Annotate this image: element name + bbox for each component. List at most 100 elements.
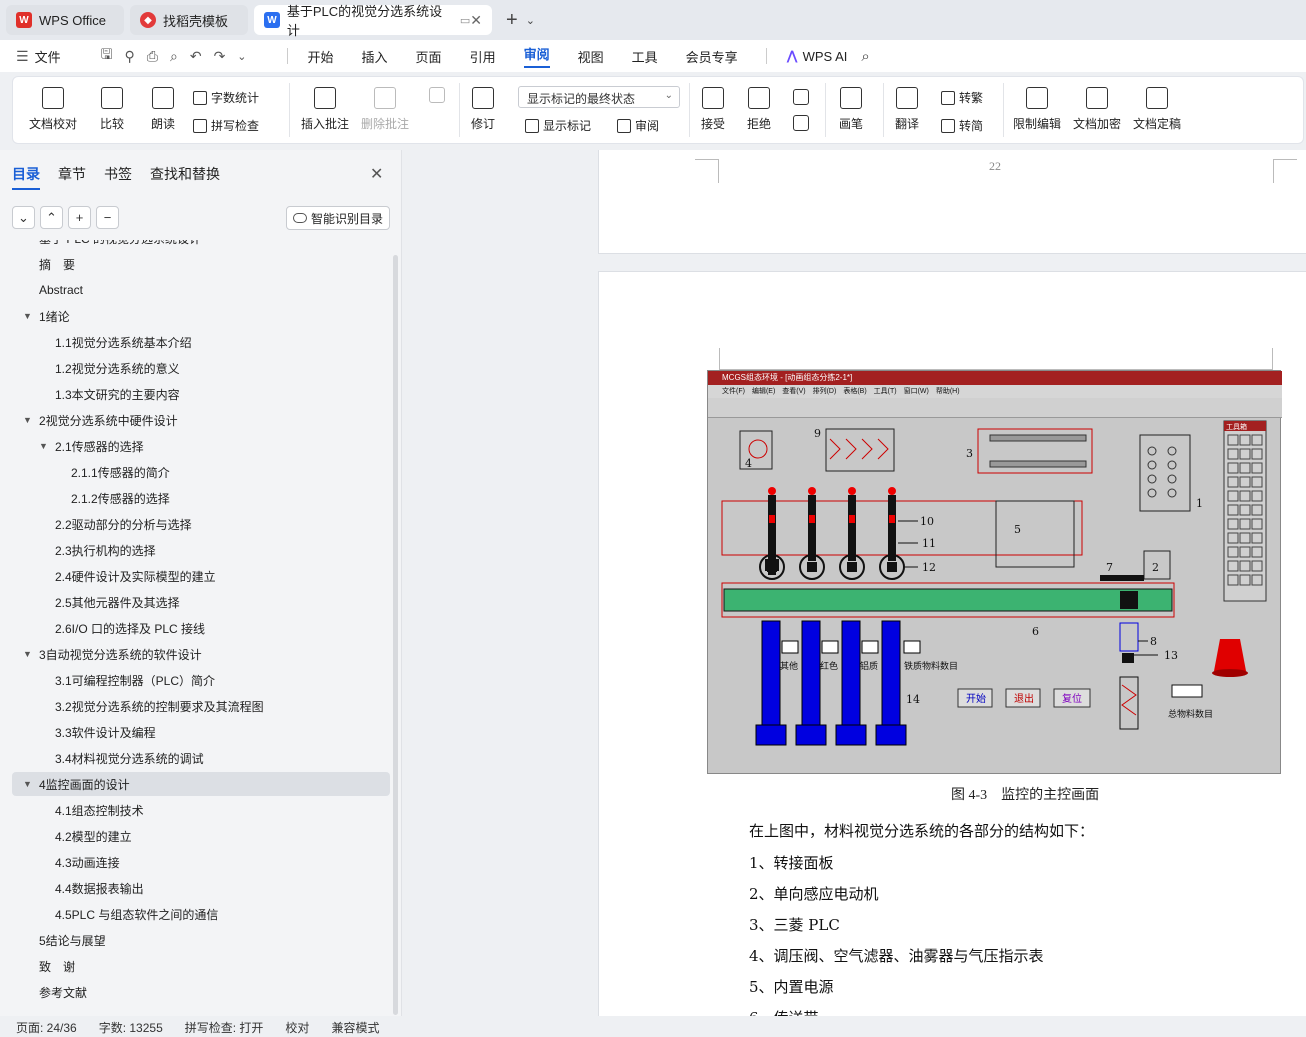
change-nav-button[interactable]: [793, 89, 809, 137]
toc-item[interactable]: 4.1组态控制技术: [12, 798, 390, 822]
new-tab-plus-icon[interactable]: +: [506, 9, 518, 32]
word-count-button[interactable]: 字数统计: [193, 89, 259, 106]
collapse-chevron-icon[interactable]: ⌄: [12, 206, 35, 229]
toc-item[interactable]: 3.1可编程控制器（PLC）简介: [12, 668, 390, 692]
pen-label: 画笔: [839, 117, 864, 131]
nav-tab-toc[interactable]: 目录: [12, 164, 40, 190]
toc-item[interactable]: 4.3动画连接: [12, 850, 390, 874]
list-item: 3、三菱 PLC: [749, 916, 840, 934]
accept-button[interactable]: 接受: [701, 87, 725, 132]
toc-item[interactable]: 2.1.1传感器的简介: [12, 460, 390, 484]
pen-button[interactable]: 画笔: [839, 87, 863, 132]
tab-docer-templates[interactable]: ◆ 找稻壳模板: [130, 5, 248, 35]
show-marks-button[interactable]: 显示标记: [525, 117, 591, 134]
nav-tab-find-replace[interactable]: 查找和替换: [150, 164, 220, 190]
expand-arrow-icon[interactable]: ▼: [23, 649, 32, 659]
to-simplified-button[interactable]: 转简: [941, 117, 983, 134]
expand-arrow-icon[interactable]: ▼: [39, 441, 48, 451]
comment-nav-button[interactable]: [429, 87, 445, 109]
toc-item[interactable]: 2.1.2传感器的选择: [12, 486, 390, 510]
toc-item[interactable]: 3.2视觉分选系统的控制要求及其流程图: [12, 694, 390, 718]
expand-chevron-icon[interactable]: ⌃: [40, 206, 63, 229]
save-icon[interactable]: 🖫: [101, 44, 113, 68]
to-traditional-button[interactable]: 转繁: [941, 89, 983, 106]
file-menu[interactable]: ☰ 文件: [16, 47, 73, 66]
close-icon[interactable]: ✕: [370, 164, 383, 184]
link-icon[interactable]: ⚲: [125, 48, 135, 65]
menu-member[interactable]: 会员专享: [686, 47, 738, 66]
tab-document[interactable]: W 基于PLC的视觉分选系统设计 ▭ ✕: [254, 4, 492, 38]
reject-button[interactable]: 拒绝: [747, 87, 771, 132]
menu-insert[interactable]: 插入: [362, 47, 388, 66]
menu-tools[interactable]: 工具: [632, 47, 658, 66]
toc-item[interactable]: ▼ 3自动视觉分选系统的软件设计: [12, 642, 390, 666]
mcgs-screenshot-figure[interactable]: MCGS组态环境 - [动画组态分拣2-1*] 文件(F) 编辑(E) 查看(V…: [707, 370, 1282, 774]
status-proofread[interactable]: 校对: [285, 1019, 309, 1036]
print-icon[interactable]: ⎙: [147, 48, 158, 65]
restrict-edit-button[interactable]: 限制编辑: [1013, 87, 1061, 132]
review-pane-button[interactable]: 审阅: [617, 117, 659, 134]
print-preview-icon[interactable]: ⌕: [170, 48, 178, 65]
status-word-count[interactable]: 字数: 13255: [99, 1019, 163, 1036]
menu-view[interactable]: 视图: [578, 47, 604, 66]
toc-item[interactable]: 2.2驱动部分的分析与选择: [12, 512, 390, 536]
status-spell-check[interactable]: 拼写检查: 打开: [185, 1019, 264, 1036]
delete-comment-button[interactable]: 删除批注: [361, 87, 409, 132]
menu-start[interactable]: 开始: [308, 47, 334, 66]
toc-item[interactable]: Abstract: [12, 278, 390, 302]
menu-review[interactable]: 审阅: [523, 44, 550, 68]
label-iron: 铁质物料数目: [904, 660, 958, 672]
toc-item[interactable]: 4.5PLC 与组态软件之间的通信: [12, 902, 390, 926]
expand-arrow-icon[interactable]: ▼: [23, 311, 32, 321]
toc-item[interactable]: 参考文献: [12, 980, 390, 1004]
revise-button[interactable]: 修订: [471, 87, 495, 132]
toc-item[interactable]: 致 谢: [12, 954, 390, 978]
smart-toc-button[interactable]: 智能识别目录: [286, 206, 390, 230]
toc-item[interactable]: 5结论与展望: [12, 928, 390, 952]
toc-scrollbar[interactable]: [393, 255, 398, 1015]
insert-comment-button[interactable]: 插入批注: [301, 87, 349, 132]
redo-icon[interactable]: ↷: [214, 48, 226, 65]
close-tab-icon[interactable]: ✕: [470, 12, 482, 29]
spell-check-button[interactable]: 拼写检查: [193, 117, 259, 134]
nav-tab-bookmarks[interactable]: 书签: [104, 164, 132, 190]
toc-item[interactable]: 2.3执行机构的选择: [12, 538, 390, 562]
wps-ai-button[interactable]: ⋀ WPS AI: [787, 48, 848, 64]
toc-item[interactable]: 3.3软件设计及编程: [12, 720, 390, 744]
toc-item[interactable]: ▼ 4监控画面的设计: [12, 772, 390, 796]
toc-item[interactable]: 基于 PLC 的视觉分选系统设计: [12, 240, 390, 250]
menu-page[interactable]: 页面: [416, 47, 442, 66]
toc-item[interactable]: 1.3本文研究的主要内容: [12, 382, 390, 406]
toc-item[interactable]: ▼ 2.1传感器的选择: [12, 434, 390, 458]
expand-arrow-icon[interactable]: ▼: [23, 779, 32, 789]
show-mode-select[interactable]: 显示标记的最终状态 ⌄: [518, 86, 680, 108]
remove-heading-icon[interactable]: −: [96, 206, 119, 229]
menu-reference[interactable]: 引用: [470, 47, 496, 66]
nav-tab-chapters[interactable]: 章节: [58, 164, 86, 190]
toc-item[interactable]: ▼ 2视觉分选系统中硬件设计: [12, 408, 390, 432]
toc-item[interactable]: ▼ 1绪论: [12, 304, 390, 328]
compare-button[interactable]: 比较: [100, 87, 124, 132]
toc-item[interactable]: 1.2视觉分选系统的意义: [12, 356, 390, 380]
add-heading-icon[interactable]: +: [68, 206, 91, 229]
read-aloud-button[interactable]: 朗读: [151, 87, 175, 132]
more-chevron-icon[interactable]: ⌄: [237, 50, 246, 63]
translate-button[interactable]: 翻译: [895, 87, 919, 132]
toc-item[interactable]: 摘 要: [12, 252, 390, 276]
search-icon[interactable]: ⌕: [861, 48, 869, 65]
tab-list-chevron-icon[interactable]: ⌄: [526, 14, 535, 27]
toc-item[interactable]: 2.5其他元器件及其选择: [12, 590, 390, 614]
toc-item[interactable]: 2.6I/O 口的选择及 PLC 接线: [12, 616, 390, 640]
finalize-button[interactable]: 文档定稿: [1133, 87, 1181, 132]
encrypt-button[interactable]: 文档加密: [1073, 87, 1121, 132]
tab-wps-office[interactable]: W WPS Office: [6, 5, 124, 35]
toc-item[interactable]: 2.4硬件设计及实际模型的建立: [12, 564, 390, 588]
doc-check-button[interactable]: 文档校对: [29, 87, 77, 132]
toc-item[interactable]: 4.4数据报表输出: [12, 876, 390, 900]
toc-item[interactable]: 1.1视觉分选系统基本介绍: [12, 330, 390, 354]
toc-item[interactable]: 3.4材料视觉分选系统的调试: [12, 746, 390, 770]
undo-icon[interactable]: ↶: [190, 48, 202, 65]
toc-item[interactable]: 4.2模型的建立: [12, 824, 390, 848]
expand-arrow-icon[interactable]: ▼: [23, 415, 32, 425]
status-page[interactable]: 页面: 24/36: [16, 1019, 77, 1036]
